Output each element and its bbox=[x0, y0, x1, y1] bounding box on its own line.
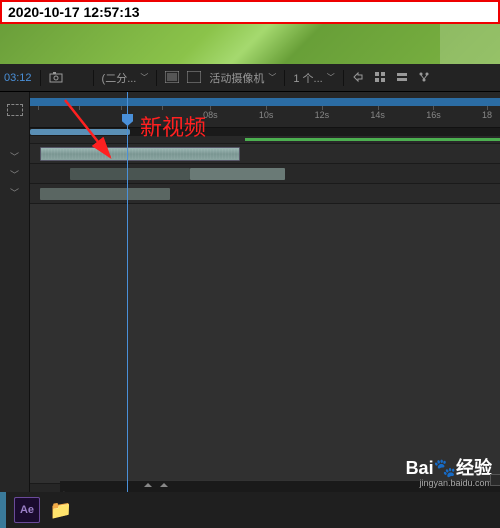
camera-label: 活动摄像机 bbox=[209, 70, 264, 86]
tracks-area bbox=[30, 136, 500, 484]
time-ruler[interactable]: 08s 10s 12s 14s 16s 18 bbox=[30, 92, 500, 128]
divider bbox=[343, 70, 344, 86]
timeline-left-gutter: ﹀ ﹀ ﹀ bbox=[0, 92, 30, 492]
channel-icon[interactable] bbox=[71, 71, 85, 85]
paw-icon: 🐾 bbox=[434, 458, 456, 478]
composition-marker-icon[interactable] bbox=[7, 104, 23, 116]
work-area-bar[interactable] bbox=[30, 128, 500, 136]
tick: 16s bbox=[426, 110, 441, 128]
tick: 12s bbox=[315, 110, 330, 128]
tick: 08s bbox=[203, 110, 218, 128]
track-collapse-toggle[interactable]: ﹀ bbox=[9, 150, 21, 162]
track-row[interactable] bbox=[30, 204, 500, 484]
preview-toolbar: 03:12 (二分... ﹀ 活动摄像机 ﹀ 1 个... ﹀ bbox=[0, 64, 500, 92]
timeline-panel: ﹀ ﹀ ﹀ 08s 10s 12s 14s 16s 18 bbox=[0, 92, 500, 492]
layer-clip[interactable] bbox=[70, 168, 190, 180]
grid-icon[interactable] bbox=[374, 71, 388, 85]
chevron-down-icon: ﹀ bbox=[327, 72, 335, 83]
watermark-logo: Bai🐾经验 bbox=[406, 454, 492, 480]
view-count-label: 1 个... bbox=[293, 70, 322, 86]
time-navigator[interactable] bbox=[30, 98, 500, 106]
composition-preview bbox=[0, 24, 500, 64]
divider bbox=[284, 70, 285, 86]
divider bbox=[93, 70, 94, 86]
tick: 18 bbox=[482, 110, 492, 128]
mask-icon[interactable] bbox=[187, 71, 201, 85]
watermark-url: jingyan.baidu.com bbox=[406, 478, 492, 488]
taskbar-edge bbox=[0, 492, 6, 528]
divider bbox=[156, 70, 157, 86]
windows-taskbar: Ae 📁 bbox=[0, 492, 500, 528]
snapshot-icon[interactable] bbox=[49, 71, 63, 85]
flowchart-icon[interactable] bbox=[418, 71, 432, 85]
track-row[interactable] bbox=[30, 164, 500, 184]
file-explorer-app-icon[interactable]: 📁 bbox=[48, 497, 74, 523]
track-row[interactable] bbox=[30, 184, 500, 204]
divider bbox=[40, 70, 41, 86]
track-row[interactable] bbox=[30, 144, 500, 164]
watermark: Bai🐾经验 jingyan.baidu.com bbox=[406, 454, 492, 488]
after-effects-app-icon[interactable]: Ae bbox=[14, 497, 40, 523]
timeline-icon[interactable] bbox=[396, 71, 410, 85]
zoom-slider-handle[interactable] bbox=[150, 483, 166, 491]
cache-indicator bbox=[245, 138, 500, 141]
view-count-dropdown[interactable]: 1 个... ﹀ bbox=[293, 70, 334, 86]
chevron-down-icon: ﹀ bbox=[268, 72, 276, 83]
watermark-box-icon bbox=[490, 474, 500, 486]
timecode-display[interactable]: 03:12 bbox=[4, 72, 32, 84]
track-collapse-toggle[interactable]: ﹀ bbox=[9, 186, 21, 198]
timestamp-overlay: 2020-10-17 12:57:13 bbox=[0, 0, 500, 24]
work-area-handle[interactable] bbox=[30, 129, 130, 135]
playhead[interactable] bbox=[127, 92, 128, 492]
resolution-dropdown[interactable]: (二分... ﹀ bbox=[102, 70, 149, 86]
chevron-down-icon: ﹀ bbox=[140, 72, 148, 83]
tick: 10s bbox=[259, 110, 274, 128]
track-row[interactable] bbox=[30, 136, 500, 144]
layer-clip[interactable] bbox=[40, 188, 170, 200]
ruler-ticks: 08s 10s 12s 14s 16s 18 bbox=[30, 110, 500, 128]
timeline-main[interactable]: 08s 10s 12s 14s 16s 18 bbox=[30, 92, 500, 492]
tick: 14s bbox=[370, 110, 385, 128]
resolution-label: (二分... bbox=[102, 70, 137, 86]
zoom-out-handle[interactable] bbox=[60, 483, 72, 491]
share-icon[interactable] bbox=[352, 71, 366, 85]
camera-dropdown[interactable]: 活动摄像机 ﹀ bbox=[209, 70, 276, 86]
video-clip[interactable] bbox=[40, 147, 240, 161]
layer-clip[interactable] bbox=[190, 168, 285, 180]
track-collapse-toggle[interactable]: ﹀ bbox=[9, 168, 21, 180]
transparency-grid-icon[interactable] bbox=[165, 71, 179, 85]
